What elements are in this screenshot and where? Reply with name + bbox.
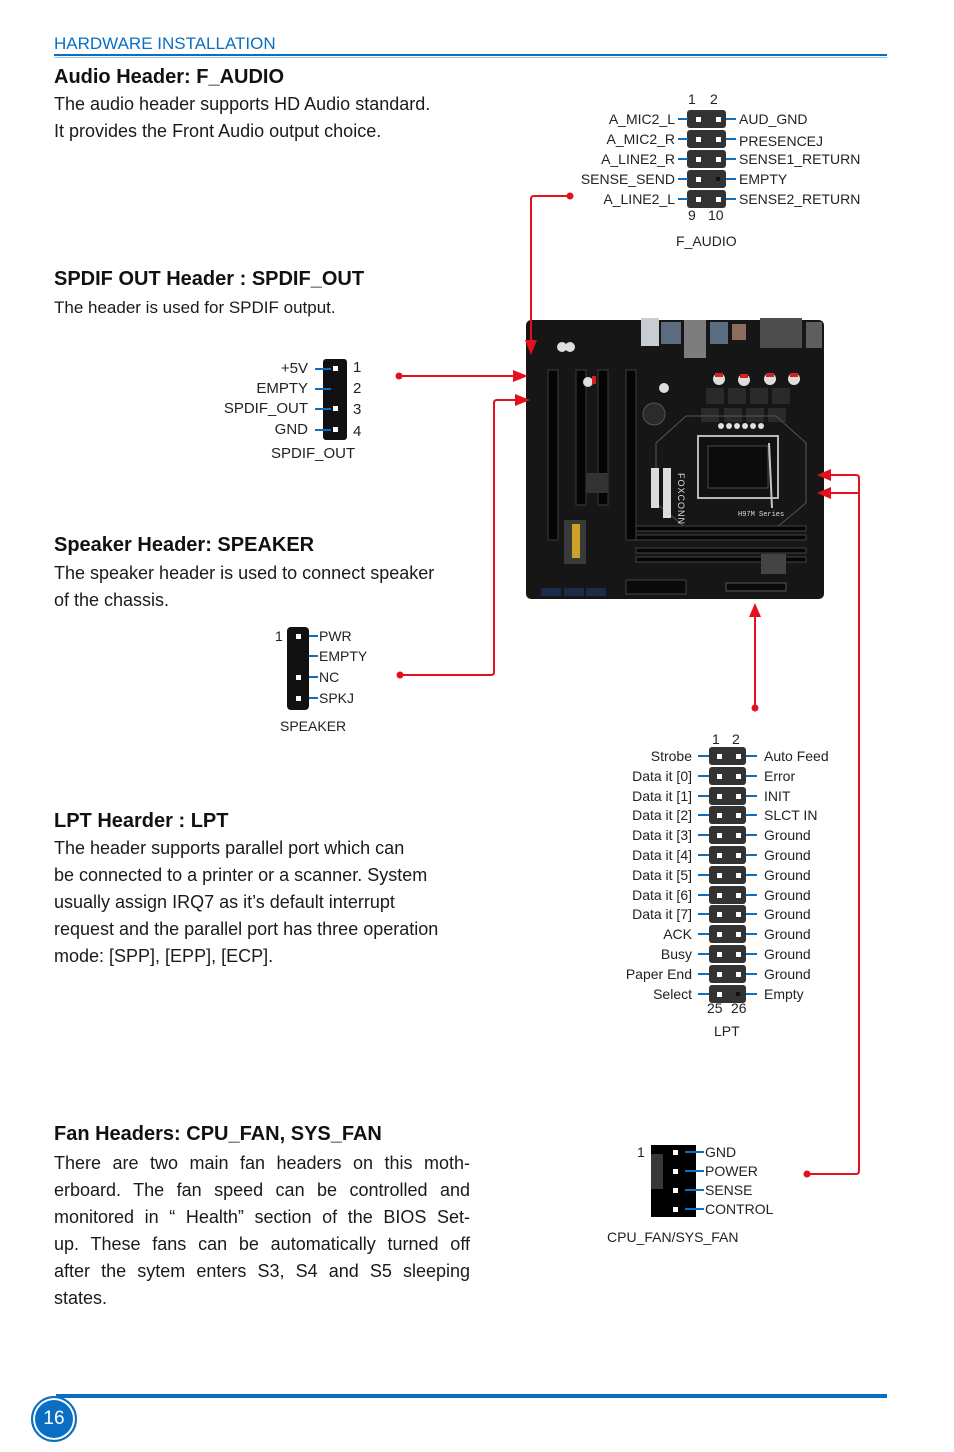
callout-arrow — [515, 394, 530, 406]
callout-arrow — [817, 469, 831, 481]
callout-dot — [566, 192, 574, 200]
callout-arrow — [817, 487, 831, 499]
callout-speaker — [400, 399, 516, 676]
page-number: 16 — [31, 1396, 77, 1442]
callout-f-audio — [530, 195, 570, 342]
footer-rule — [56, 1394, 887, 1398]
callout-dot — [803, 1170, 811, 1178]
callout-arrow — [525, 340, 537, 355]
callout-dot — [395, 372, 403, 380]
callout-lines — [395, 192, 860, 1178]
callout-arrow — [749, 603, 761, 617]
callout-dot — [396, 671, 404, 679]
callout-arrow — [513, 370, 528, 382]
callout-fan-1 — [807, 474, 860, 1175]
callout-dot — [751, 704, 759, 712]
